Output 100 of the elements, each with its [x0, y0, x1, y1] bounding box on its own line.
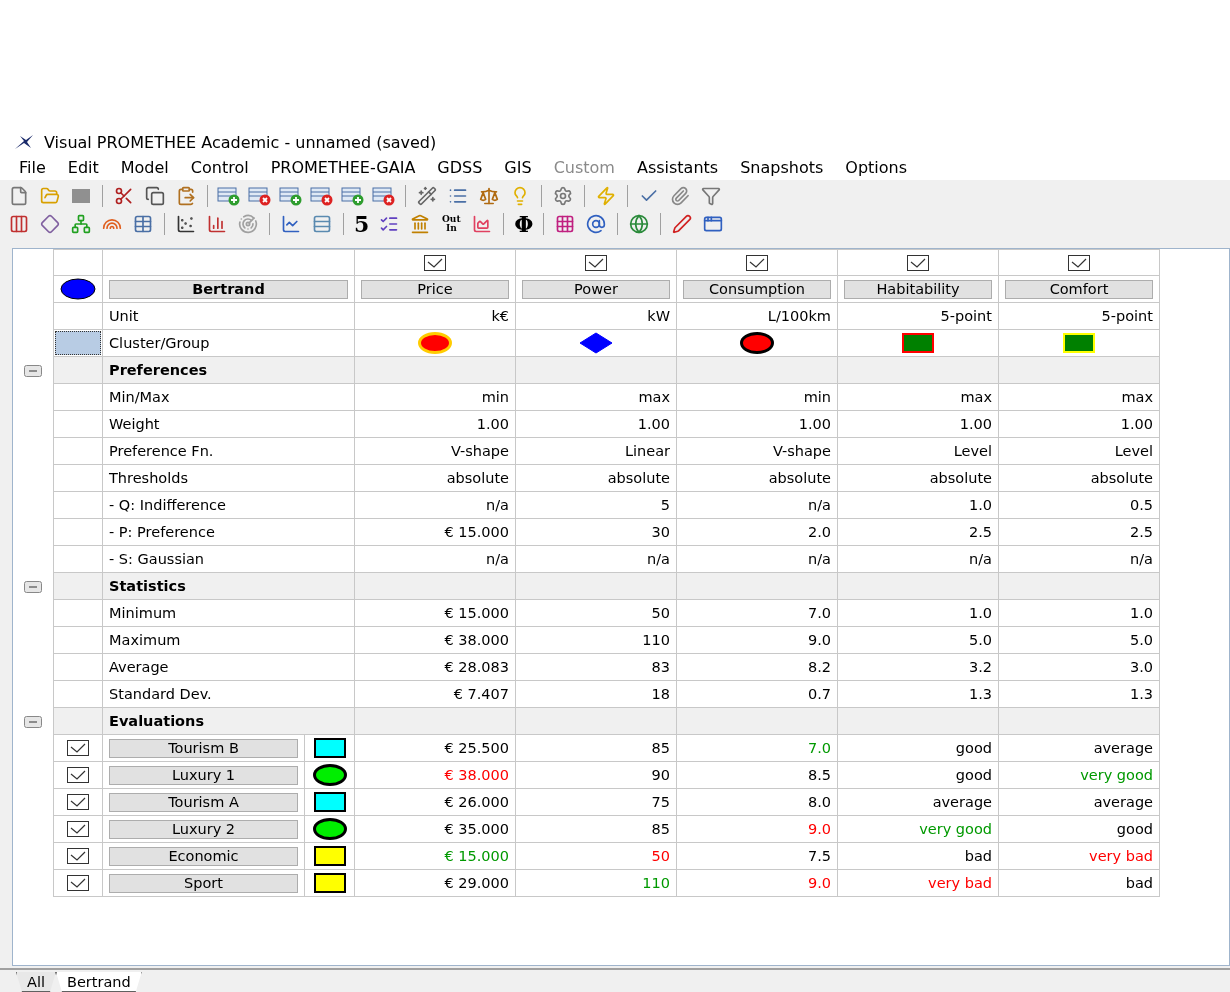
checkbox[interactable]	[67, 767, 89, 783]
diamond-icon[interactable]	[40, 214, 60, 234]
table-cell: 110	[516, 870, 677, 897]
alternative-button[interactable]: Tourism A	[109, 792, 298, 812]
criterion-button[interactable]: Price	[361, 279, 509, 299]
checkbox[interactable]	[907, 254, 929, 271]
table-cell: Cluster/Group	[103, 330, 355, 357]
menu-item[interactable]: File	[8, 157, 57, 177]
table-cell: Linear	[516, 438, 677, 465]
pen-icon[interactable]	[672, 214, 693, 234]
copy-icon[interactable]	[145, 186, 165, 206]
table-cell: € 38.000	[355, 762, 516, 789]
table-cell: n/a	[516, 546, 677, 573]
table-add-icon[interactable]	[341, 186, 365, 206]
criterion-button[interactable]: Consumption	[683, 279, 831, 299]
table-cell: € 35.000	[355, 816, 516, 843]
menu-item[interactable]: Model	[109, 157, 180, 177]
table-add-icon[interactable]	[279, 186, 303, 206]
menu-item[interactable]: Assistants	[625, 157, 730, 177]
table-cell: - S: Gaussian	[103, 546, 355, 573]
grid-icon[interactable]	[555, 214, 576, 234]
alternative-button[interactable]: Luxury 2	[109, 819, 298, 839]
table-cell: bad	[838, 843, 999, 870]
menu-item[interactable]: GIS	[493, 157, 543, 177]
collapse-icon[interactable]	[24, 715, 42, 728]
alternative-button[interactable]: Tourism B	[109, 738, 298, 758]
criterion-button[interactable]: Habitability	[844, 279, 992, 299]
landmark-icon[interactable]	[410, 214, 431, 234]
table-cell: € 7.407	[355, 681, 516, 708]
paste-icon[interactable]	[176, 186, 196, 206]
table-remove-icon[interactable]	[310, 186, 334, 206]
table-cell: n/a	[355, 546, 516, 573]
scenario-button[interactable]: Bertrand	[109, 279, 348, 299]
toolbar-button[interactable]: Out In	[438, 215, 465, 233]
rows-icon[interactable]	[312, 214, 332, 234]
menu-item[interactable]: Options	[834, 157, 919, 177]
toolbar-button[interactable]: 5	[352, 212, 372, 236]
line-chart-icon[interactable]	[281, 214, 301, 234]
criterion-button[interactable]: Comfort	[1005, 279, 1153, 299]
alternative-button[interactable]: Economic	[109, 846, 298, 866]
checkbox[interactable]	[424, 254, 446, 271]
table-cell: absolute	[838, 465, 999, 492]
table-cell: 3.2	[838, 654, 999, 681]
scatter-chart-icon[interactable]	[176, 214, 196, 234]
list-icon[interactable]	[448, 186, 468, 206]
checkbox[interactable]	[746, 254, 768, 271]
collapse-icon[interactable]	[24, 364, 42, 377]
settings-icon[interactable]	[553, 186, 573, 206]
wand-icon[interactable]	[417, 186, 437, 206]
sheet-tab[interactable]: Bertrand	[56, 972, 142, 992]
checkbox[interactable]	[67, 740, 89, 756]
bar-chart-icon[interactable]	[207, 214, 227, 234]
cut-icon[interactable]	[114, 186, 134, 206]
table-cell: 9.0	[677, 870, 838, 897]
network-icon[interactable]	[71, 214, 91, 234]
menu-item[interactable]: GDSS	[426, 157, 494, 177]
globe-icon[interactable]	[629, 214, 650, 234]
toolbar-button[interactable]: Φ	[512, 212, 536, 236]
table-cell: 5-point	[999, 303, 1160, 330]
table-icon[interactable]	[133, 214, 153, 234]
alternative-button[interactable]: Luxury 1	[109, 765, 298, 785]
sheet-tab[interactable]: All	[16, 972, 56, 992]
checkbox[interactable]	[585, 254, 607, 271]
table-cell: 1.0	[838, 492, 999, 519]
table-cell: 50	[516, 843, 677, 870]
filter-icon[interactable]	[701, 186, 721, 206]
table-add-icon[interactable]	[217, 186, 241, 206]
curve-chart-icon[interactable]	[472, 214, 493, 234]
menu-item[interactable]: Control	[179, 157, 260, 177]
square-icon[interactable]	[71, 187, 91, 205]
columns-icon[interactable]	[9, 214, 29, 234]
windows-icon[interactable]	[703, 214, 724, 234]
checkbox[interactable]	[67, 794, 89, 810]
checkbox[interactable]	[67, 875, 89, 891]
table-cell: 1.0	[838, 600, 999, 627]
table-cell: n/a	[677, 492, 838, 519]
table-cell: Maximum	[103, 627, 355, 654]
checkbox[interactable]	[1068, 254, 1090, 271]
menu-item[interactable]: Snapshots	[729, 157, 835, 177]
alternative-button[interactable]: Sport	[109, 873, 298, 893]
menu-item[interactable]: PROMETHEE-GAIA	[259, 157, 427, 177]
table-cell: average	[838, 789, 999, 816]
radar-icon[interactable]	[238, 214, 258, 234]
table-cell: € 25.500	[355, 735, 516, 762]
table-cell: Level	[999, 438, 1160, 465]
criterion-button[interactable]: Power	[522, 279, 670, 299]
paperclip-icon[interactable]	[670, 186, 690, 206]
table-remove-icon[interactable]	[248, 186, 272, 206]
table-remove-icon[interactable]	[372, 186, 396, 206]
table-cell: 75	[516, 789, 677, 816]
table-cell: average	[999, 735, 1160, 762]
selection-cell[interactable]	[55, 331, 101, 355]
checkbox[interactable]	[67, 848, 89, 864]
collapse-icon[interactable]	[24, 580, 42, 593]
scale-icon[interactable]	[479, 186, 499, 206]
menu-item[interactable]: Edit	[56, 157, 110, 177]
checkbox[interactable]	[67, 821, 89, 837]
table-cell: 90	[516, 762, 677, 789]
table-cell: very bad	[999, 843, 1160, 870]
new-file-icon[interactable]	[9, 186, 29, 206]
